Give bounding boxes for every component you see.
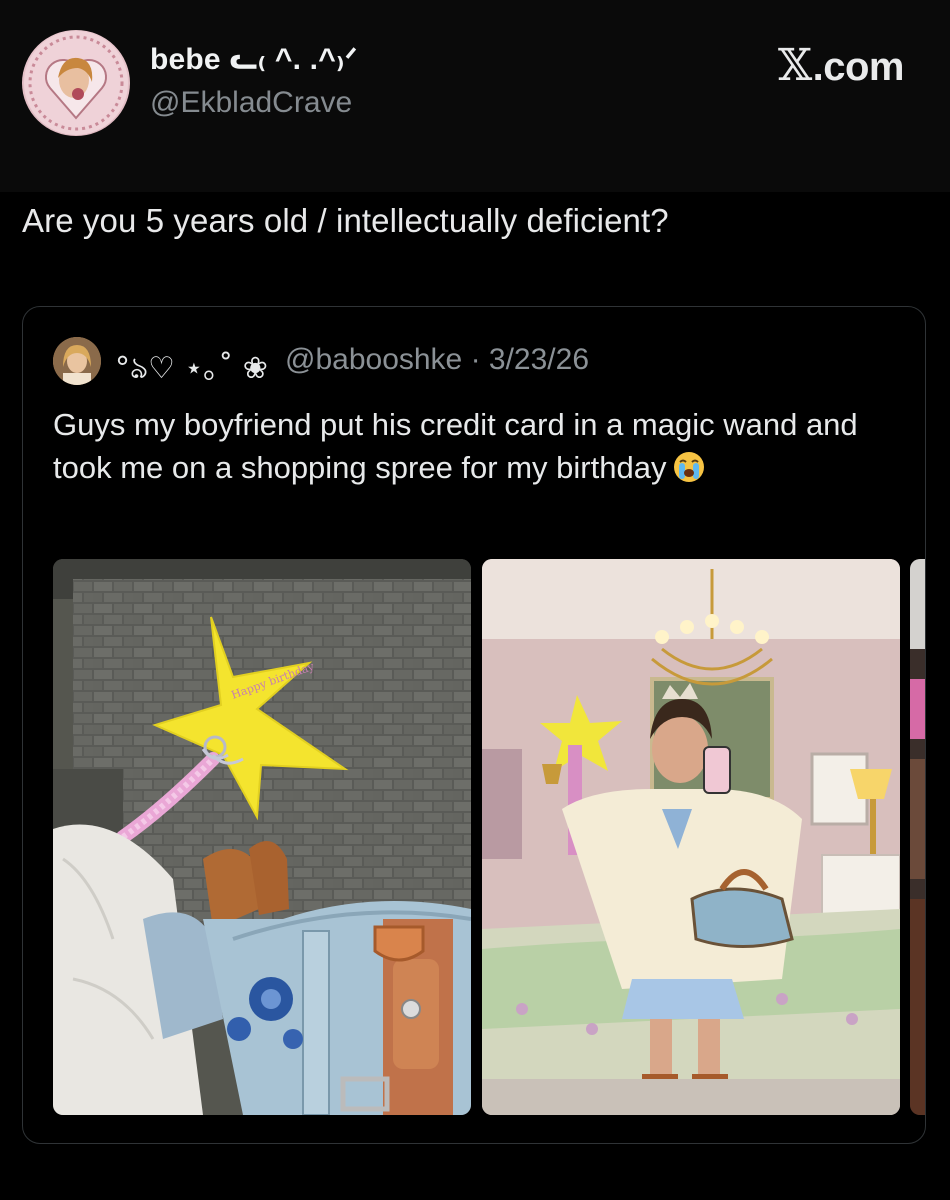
bedroom-mirror-selfie-photo[interactable] xyxy=(482,559,900,1115)
x-logo-icon: 𝕏 xyxy=(778,40,812,91)
wand-and-boots-photo[interactable]: Happy birthday xyxy=(53,559,471,1115)
author-handle[interactable]: @EkbladCrave xyxy=(150,86,352,120)
loudly-crying-face-emoji-icon xyxy=(672,450,706,484)
author-avatar[interactable] xyxy=(22,30,130,136)
quoted-display-name[interactable]: °ঌ♡ ⋆｡˚ ❀ xyxy=(115,343,268,395)
x-brand-label: 𝕏.com xyxy=(778,40,905,91)
quoted-tweet-text: Guys my boyfriend put his credit card in… xyxy=(53,407,858,485)
x-brand-suffix: .com xyxy=(812,45,905,89)
third-photo-partial[interactable] xyxy=(910,559,925,1115)
quoted-tweet-card[interactable]: °ঌ♡ ⋆｡˚ ❀ @babooshke · 3/23/26 Guys my b… xyxy=(22,306,926,1144)
quoted-handle-date[interactable]: @babooshke · 3/23/26 xyxy=(285,343,589,377)
quoted-author-avatar[interactable] xyxy=(53,337,101,385)
tweet-text: Are you 5 years old / intellectually def… xyxy=(22,202,669,239)
tweet-header-area xyxy=(0,0,950,192)
author-display-name[interactable]: bebe ᓚ₍ ^. .^₎ᐟ xyxy=(150,42,358,77)
quoted-tweet-text-block: Guys my boyfriend put his credit card in… xyxy=(53,403,873,489)
